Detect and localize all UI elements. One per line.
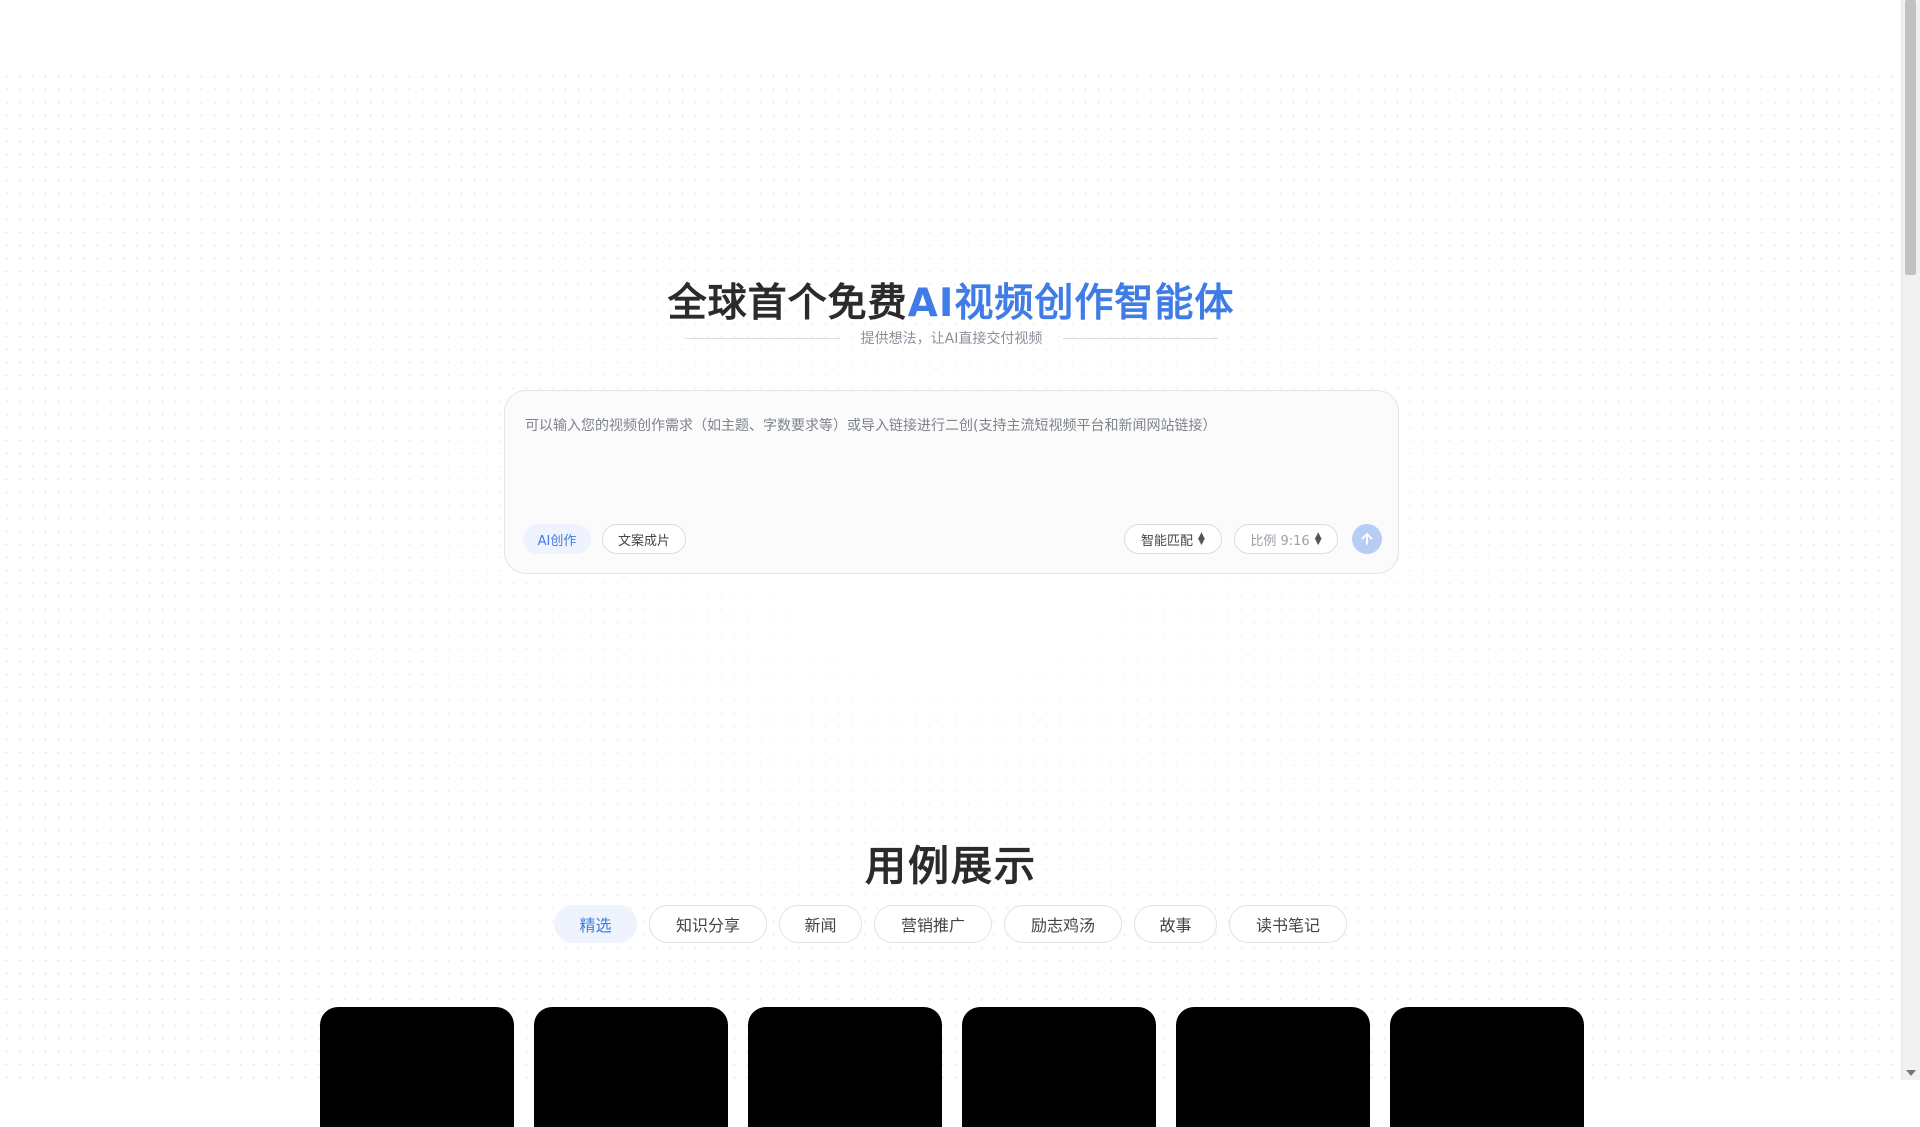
tab-story[interactable]: 故事 — [1134, 905, 1217, 943]
vertical-scrollbar[interactable] — [1901, 0, 1920, 1080]
mode-copy-to-video-label: 文案成片 — [617, 533, 670, 549]
showcase-cards — [320, 1007, 1584, 1127]
video-card[interactable] — [962, 1007, 1156, 1127]
tab-label: 新闻 — [804, 916, 837, 935]
divider-left — [685, 337, 840, 339]
tab-marketing[interactable]: 营销推广 — [874, 905, 992, 943]
tab-label: 读书笔记 — [1255, 916, 1320, 935]
sort-arrows-icon: ▲ ▼ — [1314, 531, 1322, 547]
sort-arrows-icon: ▲ ▼ — [1198, 531, 1205, 547]
prompt-box: AI创作 文案成片 智能匹配 ▲▼ 比例 9:16 ▲▼ — [504, 390, 1399, 574]
video-card[interactable] — [320, 1007, 514, 1127]
tab-news[interactable]: 新闻 — [779, 905, 862, 943]
video-card[interactable] — [534, 1007, 728, 1127]
tab-motivation[interactable]: 励志鸡汤 — [1004, 905, 1122, 943]
showcase-tabs: 精选 知识分享 新闻 营销推广 励志鸡汤 故事 读书笔记 — [554, 905, 1347, 943]
prompt-input[interactable] — [523, 413, 1367, 487]
mode-ai-create-button[interactable]: AI创作 — [523, 524, 591, 554]
video-card[interactable] — [1390, 1007, 1584, 1127]
tab-knowledge[interactable]: 知识分享 — [649, 905, 767, 943]
hero-title-accent: AI视频创作智能体 — [907, 281, 1235, 326]
scrollbar-thumb[interactable] — [1905, 0, 1916, 275]
tab-label: 营销推广 — [900, 916, 965, 935]
hero-title: 全球首个免费AI视频创作智能体 — [0, 272, 1902, 328]
arrow-up-icon — [1361, 533, 1373, 545]
video-card[interactable] — [1176, 1007, 1370, 1127]
scroll-down-arrow-icon[interactable] — [1906, 1070, 1916, 1076]
smart-match-label: 智能匹配 — [1141, 533, 1194, 549]
tab-label: 知识分享 — [675, 916, 740, 935]
tab-label: 精选 — [579, 916, 612, 935]
send-button[interactable] — [1352, 524, 1382, 554]
smart-match-select[interactable]: 智能匹配 ▲ ▼ — [1124, 524, 1222, 554]
mode-copy-to-video-button[interactable]: 文案成片 — [602, 524, 686, 554]
hero-subtitle-row: 提供想法，让AI直接交付视频 — [685, 326, 1218, 350]
mode-ai-create-label: AI创作 — [537, 533, 577, 549]
aspect-ratio-label: 比例 9:16 — [1250, 533, 1310, 549]
video-card[interactable] — [748, 1007, 942, 1127]
tab-label: 励志鸡汤 — [1030, 916, 1095, 935]
hero-subtitle: 提供想法，让AI直接交付视频 — [860, 331, 1043, 347]
hero-title-plain: 全球首个免费 — [667, 281, 908, 326]
tab-reading-notes[interactable]: 读书笔记 — [1229, 905, 1347, 943]
tab-featured[interactable]: 精选 — [554, 905, 637, 943]
divider-right — [1063, 337, 1218, 339]
tab-label: 故事 — [1159, 916, 1192, 935]
aspect-ratio-select[interactable]: 比例 9:16 ▲ ▼ — [1234, 524, 1338, 554]
showcase-title: 用例展示 — [865, 842, 1037, 890]
